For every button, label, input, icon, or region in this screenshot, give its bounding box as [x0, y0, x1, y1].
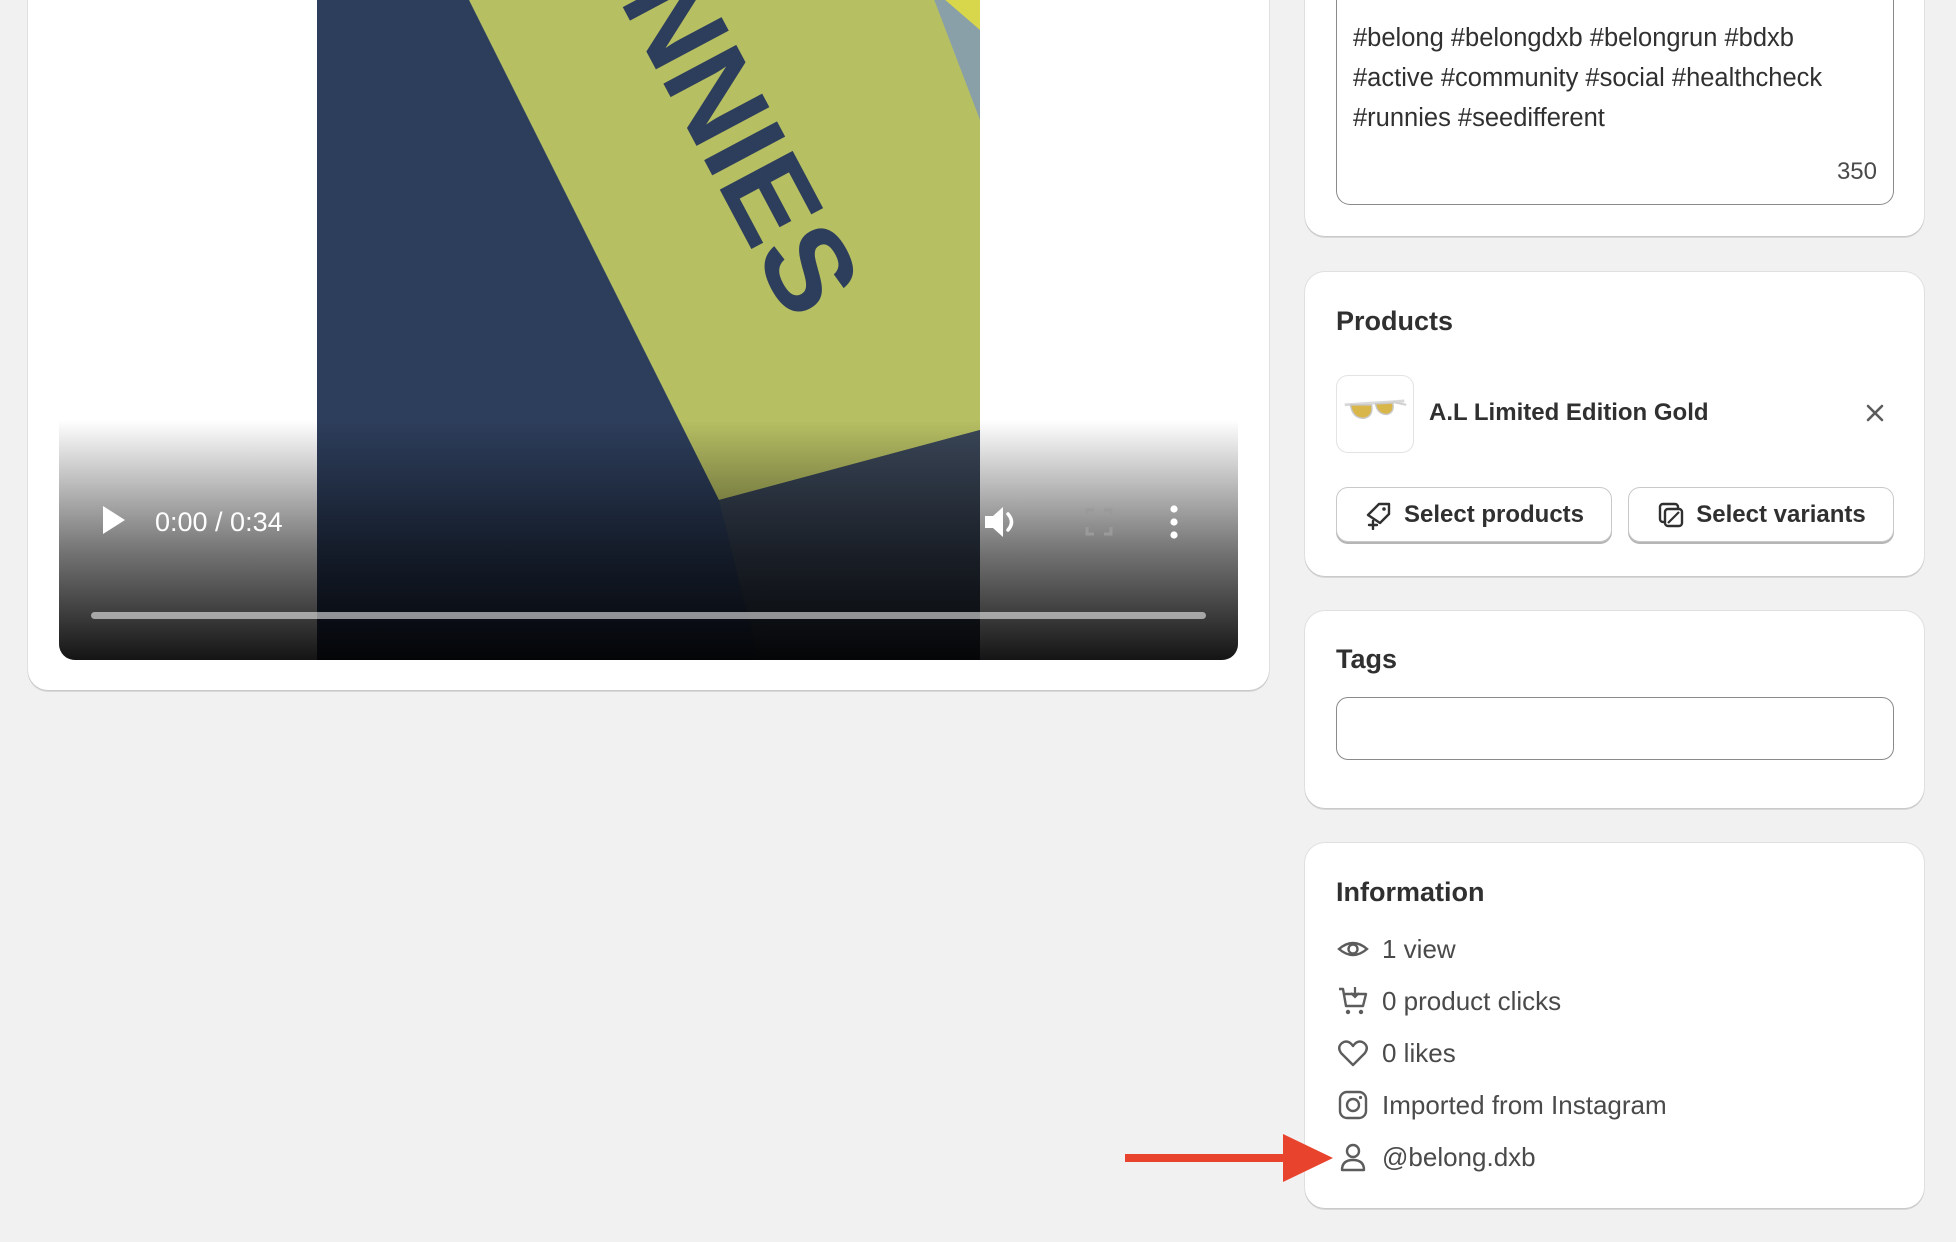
- cart-icon: [1336, 984, 1370, 1018]
- info-source-text: Imported from Instagram: [1382, 1089, 1667, 1120]
- caption-text: #belong #belongdxb #belongrun #bdxb #act…: [1353, 24, 1823, 132]
- video-progress-bar[interactable]: [91, 612, 1206, 619]
- tags-title: Tags: [1336, 644, 1398, 674]
- products-title: Products: [1336, 306, 1454, 336]
- heart-icon: [1336, 1036, 1370, 1070]
- fullscreen-button[interactable]: [1079, 502, 1119, 542]
- information-card: Information 1 view 0 product clicks 0 li…: [1305, 843, 1924, 1208]
- more-options-button[interactable]: [1159, 500, 1189, 544]
- eye-icon: [1336, 932, 1370, 966]
- info-author-text: @belong.dxb: [1382, 1141, 1536, 1172]
- info-author-row: @belong.dxb: [1336, 1137, 1536, 1177]
- info-product-clicks-row: 0 product clicks: [1336, 981, 1561, 1021]
- remove-product-button[interactable]: [1860, 398, 1890, 428]
- close-icon: [1866, 404, 1884, 422]
- caption-textarea[interactable]: #belong #belongdxb #belongrun #bdxb #act…: [1336, 0, 1894, 205]
- video-controls-overlay: [59, 420, 1238, 660]
- video-card: NNIES 0:00 / 0:34: [28, 0, 1269, 690]
- select-variants-button[interactable]: Select variants: [1628, 487, 1894, 542]
- video-time-display: 0:00 / 0:34: [155, 507, 283, 537]
- person-icon: [1336, 1140, 1370, 1174]
- product-name: A.L Limited Edition Gold: [1429, 399, 1709, 426]
- information-title: Information: [1336, 877, 1485, 907]
- select-variants-label: Select variants: [1696, 500, 1866, 528]
- play-button[interactable]: [93, 500, 133, 540]
- info-views-row: 1 view: [1336, 929, 1456, 969]
- annotation-arrow-icon: [1125, 1134, 1333, 1182]
- info-product-clicks-text: 0 product clicks: [1382, 985, 1562, 1016]
- variants-icon: [1659, 502, 1684, 527]
- info-likes-text: 0 likes: [1382, 1037, 1456, 1068]
- volume-icon: [985, 507, 1014, 537]
- instagram-icon: [1336, 1088, 1370, 1122]
- caption-character-count: 350: [1836, 158, 1877, 185]
- sunglasses-image: [1344, 399, 1407, 420]
- info-source-row: Imported from Instagram: [1336, 1085, 1667, 1125]
- tags-card: Tags: [1305, 611, 1924, 808]
- fullscreen-icon: [1085, 508, 1113, 536]
- play-icon: [103, 506, 125, 534]
- caption-card: #belong #belongdxb #belongrun #bdxb #act…: [1305, 0, 1924, 236]
- volume-button[interactable]: [979, 500, 1023, 544]
- video-player[interactable]: NNIES 0:00 / 0:34: [59, 0, 1238, 660]
- tag-add-icon: [1366, 502, 1391, 530]
- select-products-label: Select products: [1403, 500, 1585, 528]
- products-card: Products A.L Limited Edition Gold Select…: [1305, 272, 1924, 576]
- select-products-button[interactable]: Select products: [1336, 487, 1612, 542]
- info-likes-row: 0 likes: [1336, 1033, 1456, 1073]
- info-views-text: 1 view: [1382, 933, 1456, 964]
- more-vertical-icon: [1170, 505, 1178, 539]
- tags-input[interactable]: [1336, 697, 1894, 760]
- product-thumbnail: [1336, 375, 1414, 453]
